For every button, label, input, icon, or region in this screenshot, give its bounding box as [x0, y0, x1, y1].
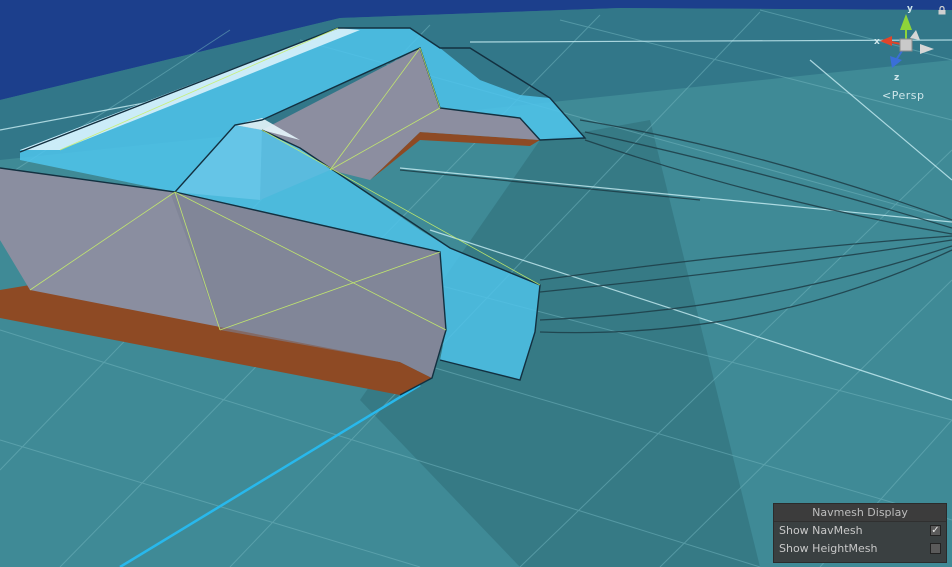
lock-icon[interactable]: [938, 6, 946, 15]
show-heightmesh-row[interactable]: Show HeightMesh: [774, 540, 946, 558]
navmesh-display-panel: Navmesh Display Show NavMesh ✓ Show Heig…: [773, 503, 947, 563]
show-navmesh-row[interactable]: Show NavMesh ✓: [774, 522, 946, 540]
projection-label: Persp: [891, 89, 925, 102]
gizmo-z-label: z: [894, 73, 899, 83]
gizmo-center-cube[interactable]: [899, 38, 913, 52]
show-heightmesh-label: Show HeightMesh: [779, 542, 878, 555]
projection-toggle[interactable]: <Persp: [882, 89, 924, 102]
show-navmesh-checkbox[interactable]: ✓: [930, 525, 941, 536]
show-navmesh-label: Show NavMesh: [779, 524, 863, 537]
perspective-arrow-icon: <: [882, 89, 892, 102]
gizmo-x-label: x: [874, 37, 880, 47]
show-heightmesh-checkbox[interactable]: [930, 543, 941, 554]
panel-title: Navmesh Display: [774, 504, 946, 522]
scene-viewport[interactable]: y x z: [0, 0, 952, 567]
gizmo-y-label: y: [907, 4, 913, 14]
highlight-edge-line: [119, 383, 421, 567]
